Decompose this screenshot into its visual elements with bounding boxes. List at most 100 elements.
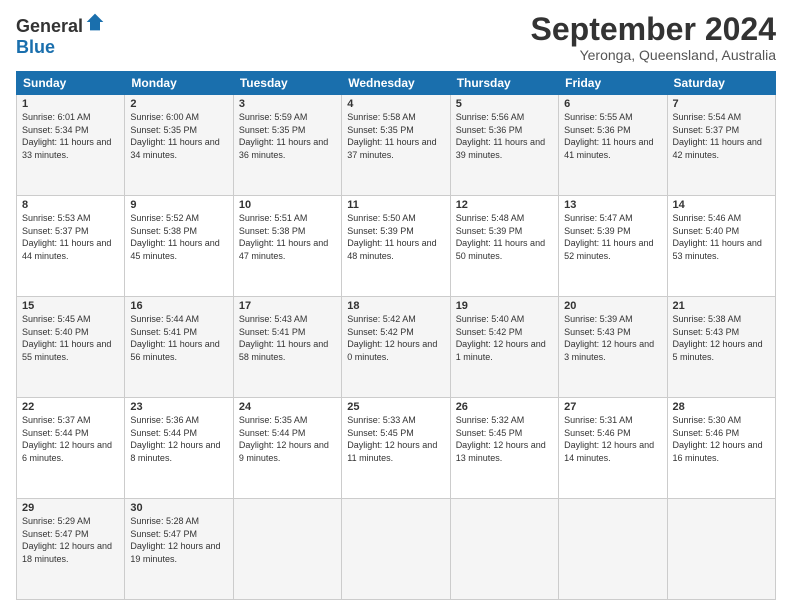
day-number: 20 xyxy=(564,300,661,312)
table-row: 26 Sunrise: 5:32 AM Sunset: 5:45 PM Dayl… xyxy=(450,398,558,499)
day-info: Sunrise: 5:40 AM Sunset: 5:42 PM Dayligh… xyxy=(456,313,553,363)
table-row: 25 Sunrise: 5:33 AM Sunset: 5:45 PM Dayl… xyxy=(342,398,450,499)
col-monday: Monday xyxy=(125,72,233,95)
day-number: 24 xyxy=(239,401,336,413)
table-row: 2 Sunrise: 6:00 AM Sunset: 5:35 PM Dayli… xyxy=(125,95,233,196)
day-number: 14 xyxy=(673,199,770,211)
day-info: Sunrise: 5:58 AM Sunset: 5:35 PM Dayligh… xyxy=(347,111,444,161)
table-row: 27 Sunrise: 5:31 AM Sunset: 5:46 PM Dayl… xyxy=(559,398,667,499)
day-info: Sunrise: 5:39 AM Sunset: 5:43 PM Dayligh… xyxy=(564,313,661,363)
logo-icon xyxy=(85,12,105,32)
day-number: 10 xyxy=(239,199,336,211)
day-info: Sunrise: 5:31 AM Sunset: 5:46 PM Dayligh… xyxy=(564,414,661,464)
calendar: Sunday Monday Tuesday Wednesday Thursday… xyxy=(16,71,776,600)
day-info: Sunrise: 5:32 AM Sunset: 5:45 PM Dayligh… xyxy=(456,414,553,464)
col-thursday: Thursday xyxy=(450,72,558,95)
table-row: 12 Sunrise: 5:48 AM Sunset: 5:39 PM Dayl… xyxy=(450,196,558,297)
table-row: 21 Sunrise: 5:38 AM Sunset: 5:43 PM Dayl… xyxy=(667,297,775,398)
col-tuesday: Tuesday xyxy=(233,72,341,95)
day-number: 7 xyxy=(673,98,770,110)
day-number: 21 xyxy=(673,300,770,312)
table-row xyxy=(450,499,558,600)
day-info: Sunrise: 5:28 AM Sunset: 5:47 PM Dayligh… xyxy=(130,515,227,565)
table-row: 3 Sunrise: 5:59 AM Sunset: 5:35 PM Dayli… xyxy=(233,95,341,196)
day-number: 12 xyxy=(456,199,553,211)
day-number: 3 xyxy=(239,98,336,110)
day-number: 19 xyxy=(456,300,553,312)
day-number: 6 xyxy=(564,98,661,110)
day-number: 22 xyxy=(22,401,119,413)
table-row: 13 Sunrise: 5:47 AM Sunset: 5:39 PM Dayl… xyxy=(559,196,667,297)
day-number: 4 xyxy=(347,98,444,110)
table-row: 17 Sunrise: 5:43 AM Sunset: 5:41 PM Dayl… xyxy=(233,297,341,398)
table-row: 6 Sunrise: 5:55 AM Sunset: 5:36 PM Dayli… xyxy=(559,95,667,196)
month-title: September 2024 xyxy=(531,12,776,47)
table-row xyxy=(233,499,341,600)
day-number: 13 xyxy=(564,199,661,211)
day-info: Sunrise: 5:44 AM Sunset: 5:41 PM Dayligh… xyxy=(130,313,227,363)
day-number: 9 xyxy=(130,199,227,211)
day-number: 18 xyxy=(347,300,444,312)
day-number: 1 xyxy=(22,98,119,110)
table-row: 11 Sunrise: 5:50 AM Sunset: 5:39 PM Dayl… xyxy=(342,196,450,297)
table-row: 1 Sunrise: 6:01 AM Sunset: 5:34 PM Dayli… xyxy=(17,95,125,196)
day-info: Sunrise: 5:53 AM Sunset: 5:37 PM Dayligh… xyxy=(22,212,119,262)
day-info: Sunrise: 5:37 AM Sunset: 5:44 PM Dayligh… xyxy=(22,414,119,464)
table-row: 19 Sunrise: 5:40 AM Sunset: 5:42 PM Dayl… xyxy=(450,297,558,398)
day-number: 26 xyxy=(456,401,553,413)
day-info: Sunrise: 5:56 AM Sunset: 5:36 PM Dayligh… xyxy=(456,111,553,161)
header: General Blue September 2024 Yeronga, Que… xyxy=(16,12,776,63)
table-row xyxy=(667,499,775,600)
day-info: Sunrise: 5:47 AM Sunset: 5:39 PM Dayligh… xyxy=(564,212,661,262)
day-info: Sunrise: 5:43 AM Sunset: 5:41 PM Dayligh… xyxy=(239,313,336,363)
table-row: 20 Sunrise: 5:39 AM Sunset: 5:43 PM Dayl… xyxy=(559,297,667,398)
table-row: 7 Sunrise: 5:54 AM Sunset: 5:37 PM Dayli… xyxy=(667,95,775,196)
day-info: Sunrise: 5:46 AM Sunset: 5:40 PM Dayligh… xyxy=(673,212,770,262)
table-row: 4 Sunrise: 5:58 AM Sunset: 5:35 PM Dayli… xyxy=(342,95,450,196)
table-row: 29 Sunrise: 5:29 AM Sunset: 5:47 PM Dayl… xyxy=(17,499,125,600)
col-sunday: Sunday xyxy=(17,72,125,95)
day-info: Sunrise: 5:52 AM Sunset: 5:38 PM Dayligh… xyxy=(130,212,227,262)
logo-blue-text: Blue xyxy=(16,37,55,58)
day-info: Sunrise: 5:30 AM Sunset: 5:46 PM Dayligh… xyxy=(673,414,770,464)
table-row: 16 Sunrise: 5:44 AM Sunset: 5:41 PM Dayl… xyxy=(125,297,233,398)
day-info: Sunrise: 5:29 AM Sunset: 5:47 PM Dayligh… xyxy=(22,515,119,565)
day-number: 23 xyxy=(130,401,227,413)
day-info: Sunrise: 5:59 AM Sunset: 5:35 PM Dayligh… xyxy=(239,111,336,161)
logo-general-text: General xyxy=(16,16,83,37)
col-friday: Friday xyxy=(559,72,667,95)
table-row: 5 Sunrise: 5:56 AM Sunset: 5:36 PM Dayli… xyxy=(450,95,558,196)
logo: General Blue xyxy=(16,12,105,58)
table-row: 30 Sunrise: 5:28 AM Sunset: 5:47 PM Dayl… xyxy=(125,499,233,600)
day-info: Sunrise: 5:45 AM Sunset: 5:40 PM Dayligh… xyxy=(22,313,119,363)
table-row xyxy=(559,499,667,600)
day-info: Sunrise: 5:33 AM Sunset: 5:45 PM Dayligh… xyxy=(347,414,444,464)
day-number: 30 xyxy=(130,502,227,514)
table-row xyxy=(342,499,450,600)
day-info: Sunrise: 5:50 AM Sunset: 5:39 PM Dayligh… xyxy=(347,212,444,262)
day-info: Sunrise: 5:55 AM Sunset: 5:36 PM Dayligh… xyxy=(564,111,661,161)
day-number: 29 xyxy=(22,502,119,514)
day-number: 11 xyxy=(347,199,444,211)
table-row: 8 Sunrise: 5:53 AM Sunset: 5:37 PM Dayli… xyxy=(17,196,125,297)
table-row: 24 Sunrise: 5:35 AM Sunset: 5:44 PM Dayl… xyxy=(233,398,341,499)
day-number: 16 xyxy=(130,300,227,312)
day-number: 28 xyxy=(673,401,770,413)
col-wednesday: Wednesday xyxy=(342,72,450,95)
day-number: 15 xyxy=(22,300,119,312)
day-info: Sunrise: 5:54 AM Sunset: 5:37 PM Dayligh… xyxy=(673,111,770,161)
day-info: Sunrise: 5:36 AM Sunset: 5:44 PM Dayligh… xyxy=(130,414,227,464)
location: Yeronga, Queensland, Australia xyxy=(531,47,776,63)
day-info: Sunrise: 6:00 AM Sunset: 5:35 PM Dayligh… xyxy=(130,111,227,161)
day-info: Sunrise: 5:35 AM Sunset: 5:44 PM Dayligh… xyxy=(239,414,336,464)
day-number: 25 xyxy=(347,401,444,413)
day-info: Sunrise: 6:01 AM Sunset: 5:34 PM Dayligh… xyxy=(22,111,119,161)
table-row: 15 Sunrise: 5:45 AM Sunset: 5:40 PM Dayl… xyxy=(17,297,125,398)
table-row: 10 Sunrise: 5:51 AM Sunset: 5:38 PM Dayl… xyxy=(233,196,341,297)
table-row: 23 Sunrise: 5:36 AM Sunset: 5:44 PM Dayl… xyxy=(125,398,233,499)
day-info: Sunrise: 5:42 AM Sunset: 5:42 PM Dayligh… xyxy=(347,313,444,363)
day-number: 8 xyxy=(22,199,119,211)
calendar-header-row: Sunday Monday Tuesday Wednesday Thursday… xyxy=(17,72,776,95)
title-block: September 2024 Yeronga, Queensland, Aust… xyxy=(531,12,776,63)
day-info: Sunrise: 5:38 AM Sunset: 5:43 PM Dayligh… xyxy=(673,313,770,363)
